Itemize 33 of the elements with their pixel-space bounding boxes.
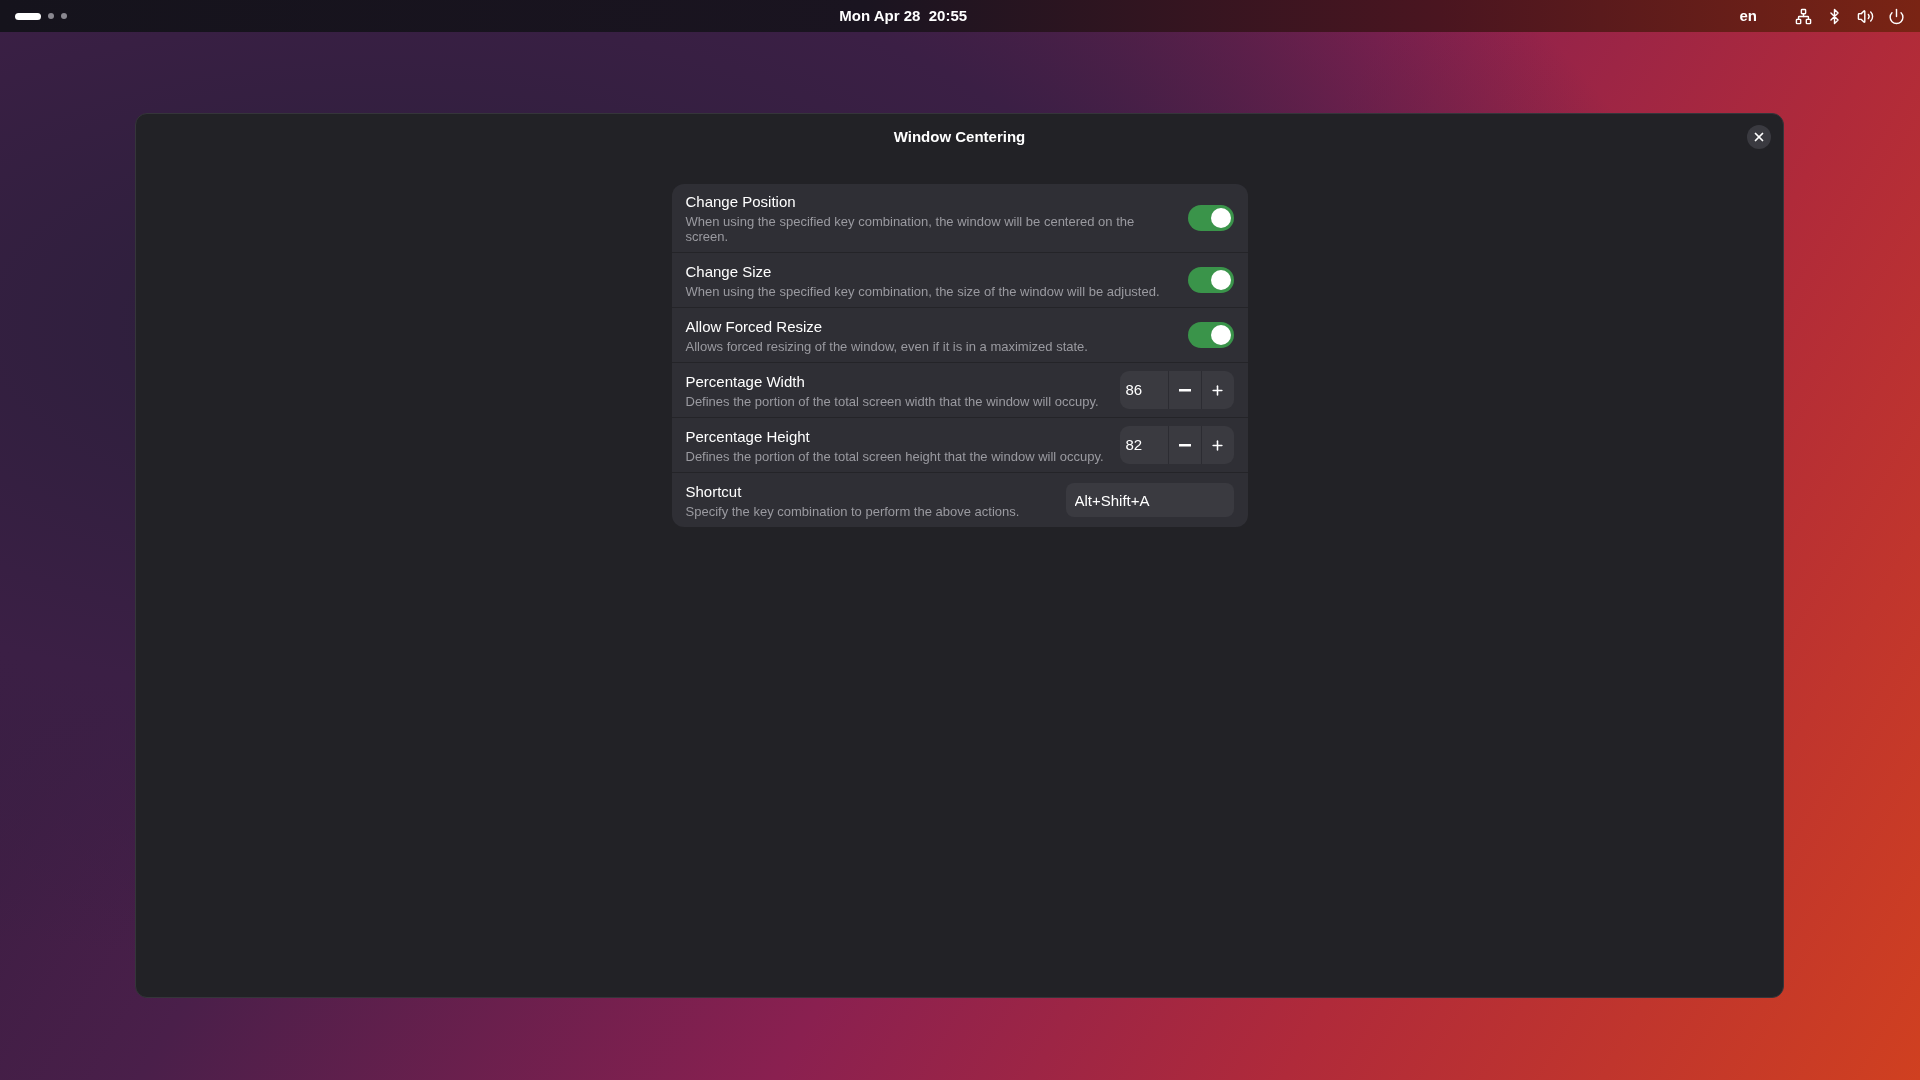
- keyboard-layout[interactable]: en: [1739, 4, 1757, 28]
- row-description: Specify the key combination to perform the above actions.: [685, 503, 1021, 519]
- plus-icon: [1210, 437, 1225, 453]
- minus-icon: [1178, 388, 1191, 392]
- network-icon[interactable]: [1795, 7, 1812, 25]
- row-description: When using the specified key combination, the window will be centered on the screen.: [685, 214, 1136, 244]
- power-icon[interactable]: [1888, 7, 1905, 25]
- volume-icon[interactable]: [1857, 7, 1874, 25]
- number-field[interactable]: 82: [1119, 426, 1168, 464]
- row-title: Change Position: [685, 192, 797, 211]
- clock[interactable]: Mon Apr 28 20:55: [839, 4, 968, 28]
- close-icon: [1752, 130, 1766, 144]
- row-title: Allow Forced Resize: [685, 316, 824, 336]
- row-title: Change Size: [685, 261, 773, 281]
- window-title: Window Centering: [893, 126, 1026, 147]
- shortcut-field[interactable]: Alt+Shift+A: [1065, 483, 1234, 517]
- close-button[interactable]: [1747, 125, 1771, 149]
- row-description: Defines the portion of the total screen width that the window will occupy.: [685, 393, 1100, 409]
- row-description: When using the specified key combination, the size of the window will be adjusted.: [685, 283, 1161, 299]
- workspace-indicator[interactable]: [15, 12, 67, 20]
- number-field[interactable]: 86: [1119, 371, 1168, 409]
- spin-button[interactable]: 82: [1119, 426, 1234, 464]
- row-title: Percentage Height: [685, 426, 811, 446]
- row-description: Allows forced resizing of the window, even if it is in a maximized state.: [685, 338, 1089, 354]
- toggle-switch[interactable]: [1187, 322, 1234, 348]
- minus-icon: [1178, 443, 1191, 447]
- row-description: Defines the portion of the total screen height that the window will occupy.: [685, 448, 1105, 464]
- spin-button[interactable]: 86: [1119, 371, 1234, 409]
- toggle-switch[interactable]: [1187, 205, 1234, 231]
- row-title: Shortcut: [685, 481, 743, 501]
- row-title: Percentage Width: [685, 371, 806, 391]
- toggle-switch[interactable]: [1187, 267, 1234, 293]
- plus-icon: [1210, 382, 1225, 398]
